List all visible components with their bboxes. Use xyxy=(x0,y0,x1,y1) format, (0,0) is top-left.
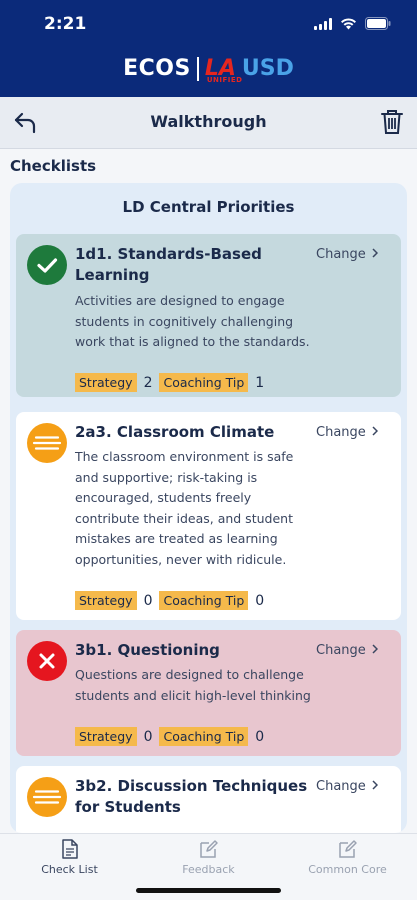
document-icon xyxy=(0,839,139,859)
change-label: Change xyxy=(316,247,366,262)
strategy-count: 2 xyxy=(143,374,153,391)
edit-icon xyxy=(278,839,417,859)
coaching-tip-tag: Coaching Tip xyxy=(159,727,249,746)
coaching-tip-tag: Coaching Tip xyxy=(159,373,249,392)
change-label: Change xyxy=(316,425,366,440)
strategy-count: 0 xyxy=(143,592,153,609)
item-tags: Strategy 0 Coaching Tip 0 xyxy=(75,727,271,746)
coaching-tip-count: 1 xyxy=(255,374,265,391)
item-title: 3b1. Questioning xyxy=(75,641,220,659)
change-button[interactable]: Change xyxy=(316,643,378,658)
status-bar: 2:21 xyxy=(0,0,417,46)
checklist-group: LD Central Priorities 1d1. Standards-Bas… xyxy=(10,183,407,833)
wifi-icon xyxy=(340,15,357,34)
tab-common-core[interactable]: Common Core xyxy=(278,839,417,876)
chevron-right-icon xyxy=(372,643,378,658)
section-label: Checklists xyxy=(10,157,97,175)
change-button[interactable]: Change xyxy=(316,425,378,440)
checklist-item[interactable]: 2a3. Classroom Climate The classroom env… xyxy=(16,412,401,620)
check-circle-icon xyxy=(27,245,67,285)
logo-usd: USD xyxy=(241,56,294,81)
change-button[interactable]: Change xyxy=(316,247,378,262)
status-time: 2:21 xyxy=(44,14,87,34)
change-button[interactable]: Change xyxy=(316,779,378,794)
item-title: 1d1. Standards-Based Learning xyxy=(75,245,262,284)
trash-icon[interactable] xyxy=(381,109,405,137)
in-progress-icon xyxy=(27,777,67,817)
item-tags: Strategy 2 Coaching Tip 1 xyxy=(75,373,271,392)
logo-unified: UNIFIED xyxy=(206,76,243,84)
checklist-item[interactable]: 3b1. Questioning Questions are designed … xyxy=(16,630,401,756)
change-label: Change xyxy=(316,643,366,658)
strategy-tag: Strategy xyxy=(75,727,137,746)
navigation-bar: Walkthrough xyxy=(0,97,417,149)
tab-check-list[interactable]: Check List xyxy=(0,839,139,876)
app-header: 2:21 ECOS LA UNIFIED USD xyxy=(0,0,417,97)
signal-icon xyxy=(314,15,332,34)
tab-label: Common Core xyxy=(308,863,387,876)
status-icons xyxy=(314,15,391,34)
edit-icon xyxy=(139,839,278,859)
checklist-item[interactable]: 3b2. Discussion Techniques for Students … xyxy=(16,766,401,833)
item-description: Questions are designed to challenge stud… xyxy=(75,667,311,703)
item-title: 2a3. Classroom Climate xyxy=(75,423,275,441)
chevron-right-icon xyxy=(372,247,378,262)
x-circle-icon xyxy=(27,641,67,681)
strategy-count: 0 xyxy=(143,728,153,745)
chevron-right-icon xyxy=(372,425,378,440)
logo-la: LA UNIFIED xyxy=(205,56,242,84)
brand-logo: ECOS LA UNIFIED USD xyxy=(0,56,417,84)
tab-label: Check List xyxy=(41,863,98,876)
home-indicator xyxy=(136,888,281,893)
checklist-item[interactable]: 1d1. Standards-Based Learning Activities… xyxy=(16,234,401,397)
change-label: Change xyxy=(316,779,366,794)
item-tags: Strategy 0 Coaching Tip 0 xyxy=(75,591,271,610)
coaching-tip-count: 0 xyxy=(255,592,265,609)
coaching-tip-count: 0 xyxy=(255,728,265,745)
strategy-tag: Strategy xyxy=(75,373,137,392)
tab-feedback[interactable]: Feedback xyxy=(139,839,278,876)
strategy-tag: Strategy xyxy=(75,591,137,610)
item-description: Activities are designed to engage studen… xyxy=(75,293,310,349)
coaching-tip-tag: Coaching Tip xyxy=(159,591,249,610)
logo-divider xyxy=(196,56,199,81)
tab-label: Feedback xyxy=(182,863,235,876)
chevron-right-icon xyxy=(372,779,378,794)
battery-icon xyxy=(365,15,391,34)
logo-ecos: ECOS xyxy=(123,56,191,81)
item-description: The classroom environment is safe and su… xyxy=(75,449,294,567)
page-title: Walkthrough xyxy=(150,112,267,131)
item-title: 3b2. Discussion Techniques for Students xyxy=(75,777,308,816)
in-progress-icon xyxy=(27,423,67,463)
group-title: LD Central Priorities xyxy=(122,198,295,216)
